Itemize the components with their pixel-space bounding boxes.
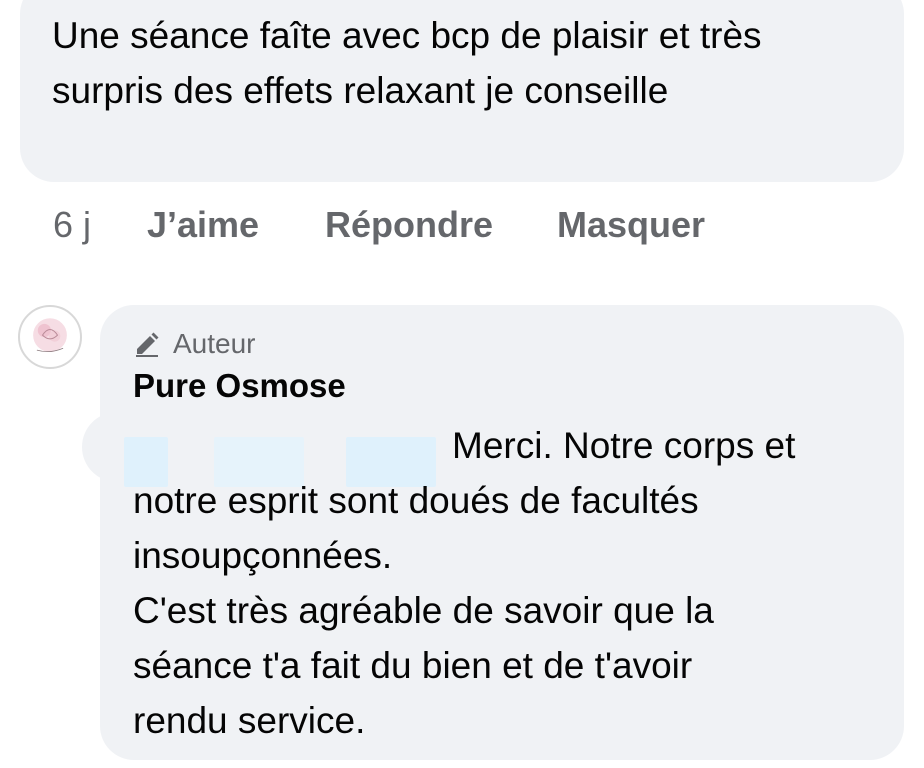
reply-text-line: notre esprit sont doués de facultés xyxy=(133,480,699,521)
pencil-icon xyxy=(133,330,161,358)
comment-actions: 6 j J’aime Répondre Masquer xyxy=(0,200,924,250)
reply-text-first-line: Merci. Notre corps et xyxy=(452,425,796,466)
like-button[interactable]: J’aime xyxy=(147,200,259,250)
reply-text-line: C'est très agréable de savoir que la xyxy=(133,590,714,631)
comment-text: Une séance faîte avec bcp de plaisir et … xyxy=(52,15,762,111)
author-badge: Auteur xyxy=(133,327,256,361)
author-badge-label: Auteur xyxy=(173,328,256,359)
reply-text-line: insoupçonnées. xyxy=(133,535,393,576)
author-name[interactable]: Pure Osmose xyxy=(133,366,346,406)
avatar[interactable] xyxy=(18,305,82,369)
reply-text: notre esprit sont doués de facultés inso… xyxy=(133,473,873,748)
reply-text-line: rendu service. xyxy=(133,700,366,741)
pure-osmose-logo-icon xyxy=(33,318,67,352)
comment-bubble: Une séance faîte avec bcp de plaisir et … xyxy=(20,0,904,182)
comment-timestamp[interactable]: 6 j xyxy=(53,200,91,250)
reply-button[interactable]: Répondre xyxy=(325,200,493,250)
hide-button[interactable]: Masquer xyxy=(557,200,705,250)
reply-text-line: séance t'a fait du bien et de t'avoir xyxy=(133,645,693,686)
